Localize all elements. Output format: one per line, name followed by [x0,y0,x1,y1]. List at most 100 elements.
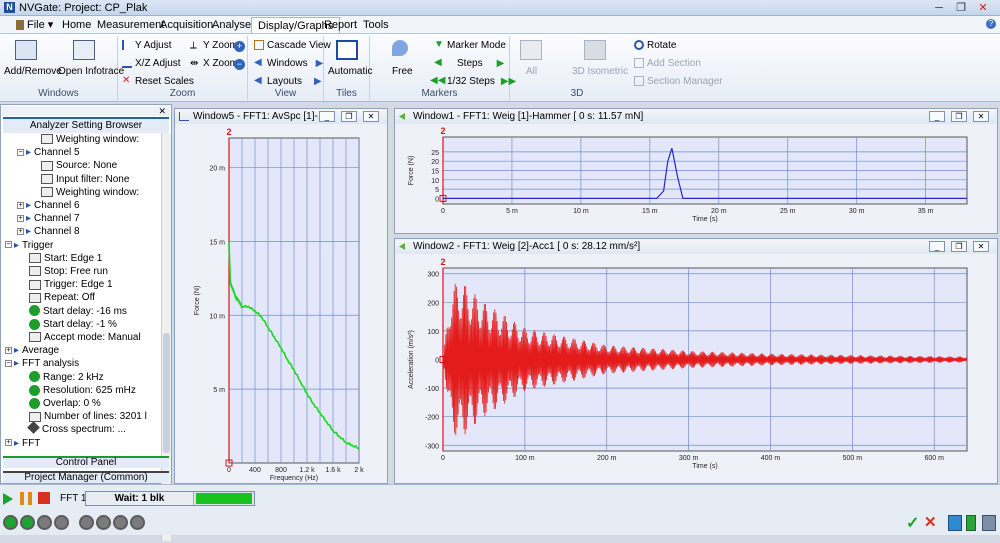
tree-item[interactable]: + ▸ Channel 8 [17,225,80,238]
all-button[interactable]: All [526,66,537,77]
tree-item[interactable]: Accept mode: Manual [29,331,141,344]
tree-item[interactable]: Repeat: Off [29,291,95,304]
open-infotrace-button[interactable]: Open Infotrace [58,66,124,77]
spectrum-chart[interactable]: 0 400 800 1.2 k 1.6 k 2 k 5 m 10 m 15 m 20 m Frequ… [175,124,387,484]
tree-item[interactable]: + ▸ FFT [5,437,40,450]
tree-item[interactable]: Trigger: Edge 1 [29,278,113,291]
tree-item[interactable]: Range: 2 kHz [29,371,104,384]
tree-item[interactable]: Overlap: 0 % [29,397,101,410]
setting-icon [29,253,41,264]
window-close-button[interactable]: ✕ [973,241,989,252]
arrow-icon: ▸ [14,437,20,449]
free-button[interactable]: Free [392,66,413,77]
file-menu[interactable]: File ▾ [10,17,59,33]
expand-icon[interactable]: + [17,201,24,209]
scrollbar-thumb[interactable] [163,333,170,453]
expand-icon[interactable]: + [17,228,24,236]
reset-scales-button[interactable]: ✕ Reset Scales [122,76,194,87]
xz-adjust-button[interactable]: X/Z Adjust [122,58,181,69]
wait-label: Wait: 1 blk [86,492,194,505]
add-section-button[interactable]: Add Section [634,58,701,69]
y-tick-label: 5 [435,187,439,194]
hammer-chart[interactable]: 0 5 m 10 m 15 m 20 m 25 m 30 m 35 m 0 5 10 15 20 25 Ti… [395,124,997,234]
project-manager-bar[interactable]: Project Manager (Common) [3,471,169,483]
zoom-out-icon[interactable]: − [234,59,245,70]
automatic-button[interactable]: Automatic [328,66,372,77]
y-adjust-button[interactable]: Y Adjust [122,40,172,51]
window-minimize-button[interactable]: _ [929,111,945,122]
windows-button[interactable]: ◀ Windows ▶ [254,58,323,69]
setting-icon [41,187,53,198]
tree-item[interactable]: Input filter: None [41,173,129,186]
window-close-button[interactable]: ✕ [363,111,379,122]
arrow-right-icon: ▶ [315,58,324,69]
add-remove-button[interactable]: Add/Remove [4,66,62,77]
tree-item[interactable]: Start delay: -1 % [29,318,117,331]
minimize-icon[interactable]: ─ [932,2,946,14]
tree-item-label: Start delay: -16 ms [43,305,127,317]
check-icon[interactable]: ✓ [906,513,919,533]
expand-icon[interactable]: − [5,360,12,368]
window-restore-button[interactable]: ❐ [341,111,357,122]
cross-icon[interactable]: ✕ [924,513,937,531]
tree-item[interactable]: Weighting window: [41,186,139,199]
x-tick-label: 20 m [711,208,727,215]
tree-item[interactable]: − ▸ FFT analysis [5,357,79,370]
arrow-icon: ▸ [26,213,32,225]
report-icon[interactable] [948,515,962,531]
steps-132-button[interactable]: ◀◀ 1/32 Steps ▶▶ [430,76,516,87]
stop-icon[interactable] [38,492,50,504]
tree-item[interactable]: + ▸ Channel 6 [17,199,80,212]
zoom-in-icon[interactable]: + [234,41,245,52]
y-zoom-label: Y Zoom [203,40,238,51]
x-tick-label: 500 m [843,455,863,462]
window-title: Window2 - FFT1: Weig [2]-Acc1 [ 0 s: 28.… [413,241,641,252]
tree-item[interactable]: − ▸ Channel 5 [17,146,80,159]
rotate-button[interactable]: Rotate [634,40,676,51]
window-close-button[interactable]: ✕ [973,111,989,122]
isometric-button[interactable]: 3D Isometric [572,66,628,77]
expand-icon[interactable]: + [17,215,24,223]
setting-icon [29,411,41,422]
section-manager-button[interactable]: Section Manager [634,76,723,87]
analyzer-setting-browser: ✕ Analyzer Setting Browser Weighting win… [0,104,172,541]
play-icon[interactable] [3,493,13,505]
panel-close-icon[interactable]: ✕ [2,106,170,116]
maximize-icon[interactable]: ❐ [954,2,968,14]
window-minimize-button[interactable]: _ [929,241,945,252]
expand-icon[interactable]: + [5,439,12,447]
expand-icon[interactable]: − [5,241,12,249]
expand-icon[interactable]: + [5,347,12,355]
tree-item[interactable]: − ▸ Trigger [5,239,53,252]
tree-item[interactable]: + ▸ Average [5,344,59,357]
window-restore-button[interactable]: ❐ [951,111,967,122]
close-icon[interactable]: ✕ [976,2,990,14]
y-tick-label: 15 [431,169,439,176]
control-panel-bar[interactable]: Control Panel [3,456,169,468]
tree-item[interactable]: Source: None [41,159,117,172]
pause-icon[interactable] [20,492,32,505]
tree-item[interactable]: Cross spectrum: ... [27,421,126,436]
x-zoom-button[interactable]: ⇹ X Zoom [190,58,238,69]
steps-button[interactable]: ◀ Steps ▶ [434,58,504,69]
led-off-icon [79,515,94,530]
window-restore-button[interactable]: ❐ [951,241,967,252]
x-tick-label: 2 k [354,467,364,474]
y-zoom-button[interactable]: ⟂ Y Zoom [190,40,238,51]
tab-tools[interactable]: Tools [357,17,395,33]
acceleration-chart[interactable]: 0 100 m 200 m 300 m 400 m 500 m 600 m -300 -200 -… [395,254,997,484]
help-icon[interactable]: ? [986,19,996,29]
layouts-button[interactable]: ◀ Layouts ▶ [254,76,322,87]
tree-item[interactable]: Start: Edge 1 [29,252,102,265]
tree-item[interactable]: + ▸ Channel 7 [17,212,80,225]
marker-mode-button[interactable]: ▼ Marker Mode [434,40,506,51]
window-minimize-button[interactable]: _ [319,111,335,122]
tree-item[interactable]: Start delay: -16 ms [29,305,127,318]
expand-icon[interactable]: − [17,149,24,157]
setting-icon [29,292,41,303]
cascade-view-button[interactable]: Cascade View [254,40,331,51]
tree-item[interactable]: Stop: Free run [29,265,108,278]
tree-item[interactable]: Resolution: 625 mHz [29,384,136,397]
tree-item[interactable]: Weighting window: [41,133,139,146]
tree-item[interactable]: Number of lines: 3201 l [29,410,147,423]
